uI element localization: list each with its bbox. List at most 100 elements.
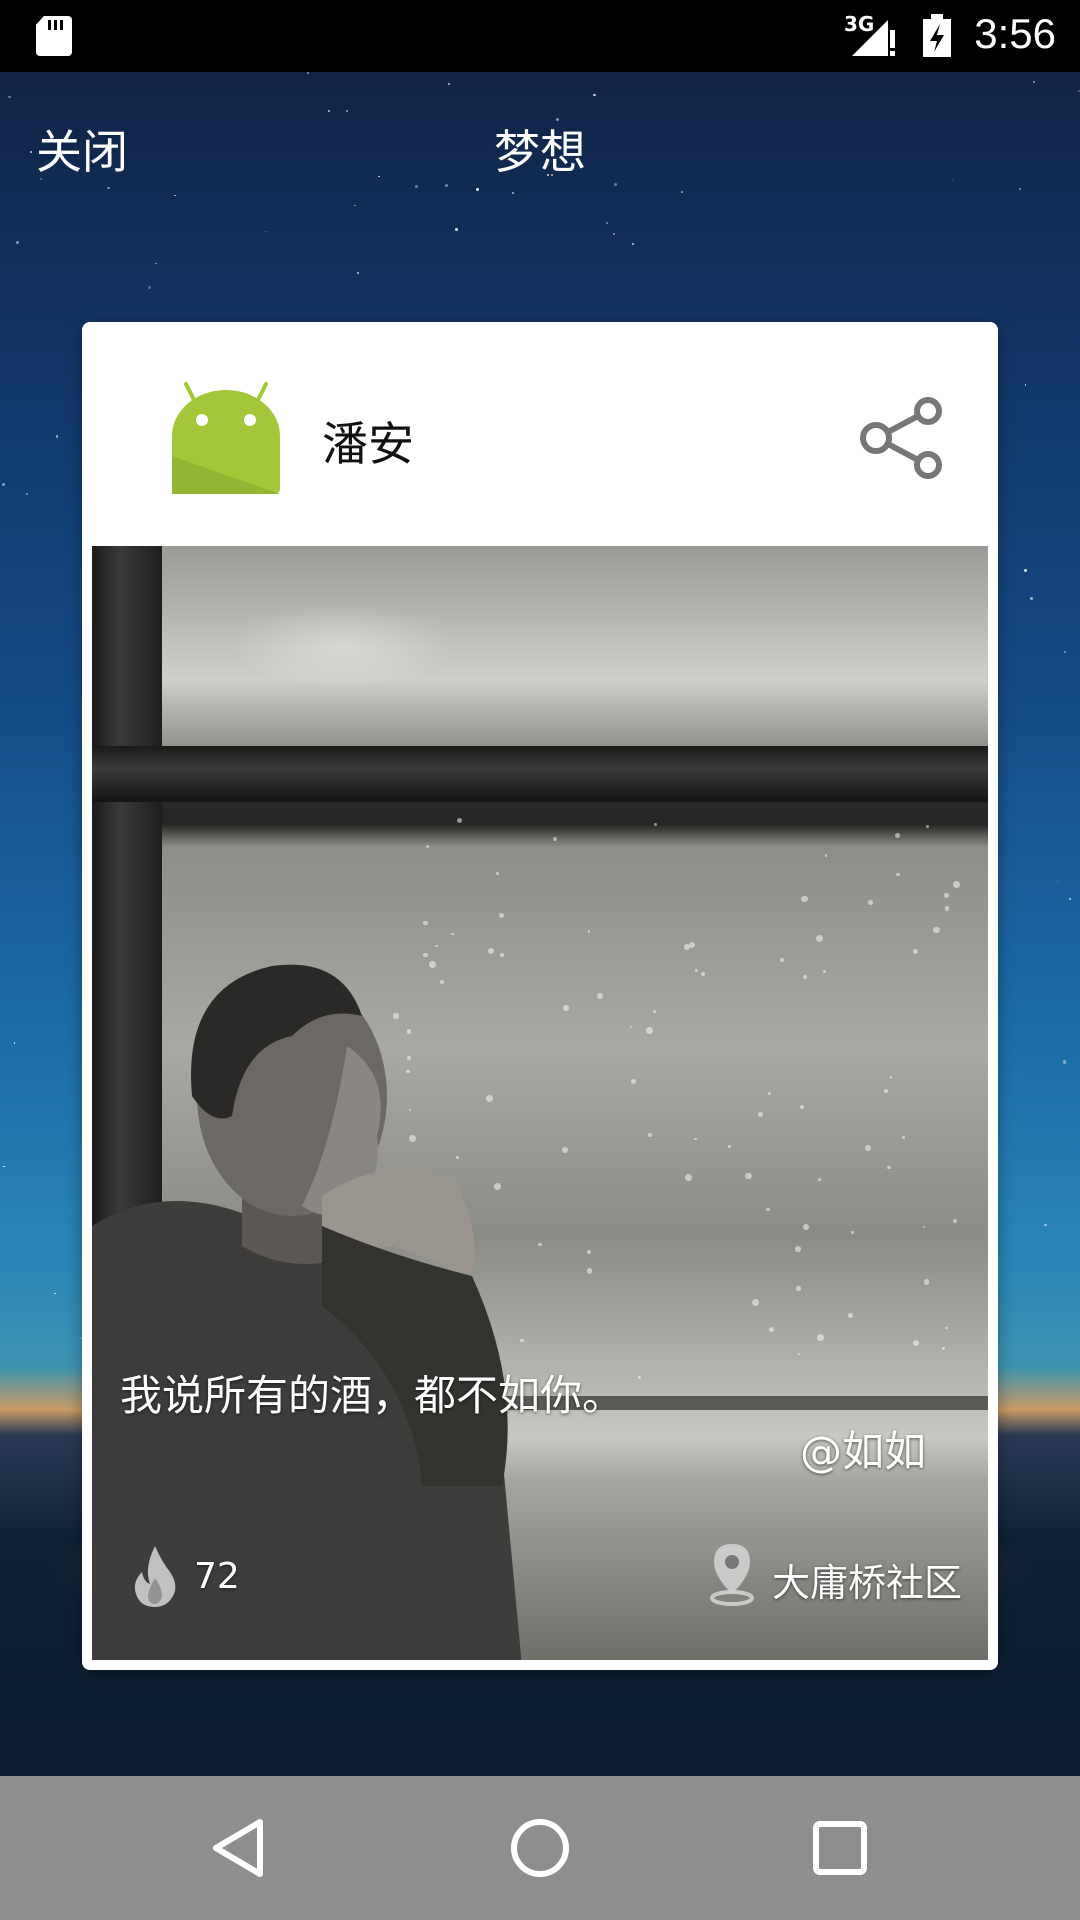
user-name[interactable]: 潘安 (322, 408, 414, 474)
sky-star (512, 192, 514, 194)
sky-star (445, 183, 449, 187)
photo-raindrop (752, 1299, 759, 1306)
signal-icon (852, 20, 895, 56)
photo-raindrop (803, 1224, 809, 1231)
photo-raindrop (495, 871, 499, 875)
sky-star (1018, 188, 1021, 191)
sky-star (1056, 881, 1058, 883)
photo-raindrop (889, 1076, 892, 1079)
photo-raindrop (457, 818, 463, 824)
sky-star (345, 109, 349, 113)
photo-raindrop (694, 969, 699, 973)
photo-raindrop (894, 832, 900, 838)
status-bar: 3G 3:56 (0, 0, 1080, 72)
photo-raindrop (769, 1326, 775, 1333)
status-clock: 3:56 (974, 10, 1056, 57)
post-author[interactable]: @如如 (800, 1418, 926, 1479)
sky-star (328, 110, 330, 112)
sky-star (414, 185, 418, 188)
sky-star (447, 82, 451, 86)
photo-raindrop (685, 1173, 693, 1181)
photo-raindrop (922, 1225, 925, 1229)
photo-raindrop (824, 853, 828, 857)
post-photo[interactable]: 我说所有的酒，都不如你。 @如如 72 大庸桥社区 (92, 546, 988, 1660)
recents-icon[interactable] (808, 1816, 872, 1880)
sky-star (26, 492, 29, 496)
photo-raindrop (688, 942, 695, 949)
location-label[interactable]: 大庸桥社区 (772, 1552, 962, 1607)
sky-star (13, 1042, 16, 1044)
photo-raindrop (745, 1173, 752, 1180)
photo-raindrop (797, 1352, 801, 1356)
photo-raindrop (944, 1326, 948, 1330)
sky-star (593, 93, 596, 96)
flame-icon[interactable] (132, 1544, 178, 1608)
photo-raindrop (653, 1010, 657, 1013)
photo-raindrop (933, 926, 940, 934)
sky-star (1063, 1060, 1067, 1064)
photo-raindrop (913, 1339, 920, 1346)
photo-raindrop (868, 900, 874, 905)
share-icon[interactable] (858, 396, 948, 480)
page-title: 梦想 (494, 125, 586, 179)
photo-raindrop (796, 1286, 801, 1291)
photo-raindrop (817, 1178, 821, 1181)
post-card: 潘安 我说所有的酒，都不如你。 @如如 72 大庸桥社区 (82, 322, 998, 1670)
photo-raindrop (923, 1279, 930, 1285)
photo-raindrop (865, 1145, 871, 1151)
sky-star (680, 190, 683, 193)
photo-raindrop (822, 969, 827, 973)
sky-star (1, 482, 6, 486)
sky-star (1024, 384, 1027, 386)
photo-raindrop (422, 920, 428, 926)
photo-raindrop (816, 934, 824, 942)
sky-star (56, 435, 59, 438)
photo-raindrop (887, 1165, 891, 1170)
photo-window-bar (92, 746, 988, 802)
android-avatar-icon[interactable] (170, 378, 282, 494)
sky-star (155, 263, 157, 265)
sky-star (147, 285, 151, 289)
sky-star (1069, 897, 1072, 901)
photo-raindrop (499, 913, 504, 919)
battery-charging-icon (923, 14, 951, 57)
photo-raindrop (953, 880, 961, 888)
photo-raindrop (912, 948, 918, 954)
home-icon[interactable] (508, 1816, 572, 1880)
sky-star (3, 1166, 5, 1168)
sky-star (54, 1292, 56, 1295)
sky-star (1064, 651, 1066, 653)
photo-raindrop (895, 872, 900, 877)
sky-star (15, 240, 19, 244)
photo-raindrop (795, 1246, 801, 1253)
photo-raindrop (944, 892, 950, 898)
photo-raindrop (728, 1145, 731, 1148)
photo-raindrop (803, 975, 808, 980)
post-quote: 我说所有的酒，都不如你。 (120, 1371, 625, 1420)
sky-star (612, 233, 615, 236)
photo-raindrop (425, 844, 429, 848)
location-pin-icon[interactable] (708, 1542, 756, 1606)
sky-star (306, 72, 309, 75)
photo-raindrop (901, 1135, 905, 1139)
photo-raindrop (767, 1091, 772, 1095)
sky-star (613, 182, 618, 186)
heat-count: 72 (194, 1556, 240, 1597)
photo-raindrop (800, 1105, 805, 1110)
photo-raindrop (801, 895, 808, 903)
sky-star (605, 222, 608, 225)
sky-star (1032, 81, 1035, 83)
back-icon[interactable] (208, 1816, 272, 1880)
sky-star (632, 243, 634, 246)
photo-raindrop (851, 1231, 854, 1234)
sky-star (264, 230, 266, 232)
sd-card-icon (36, 16, 72, 56)
navigation-bar (0, 1776, 1080, 1920)
photo-raindrop (884, 1089, 889, 1093)
photo-raindrop (757, 1111, 764, 1118)
photo-raindrop (944, 905, 950, 911)
photo-raindrop (694, 1138, 697, 1141)
sky-star (1030, 596, 1034, 600)
sky-star (356, 271, 360, 275)
sky-star (174, 195, 176, 197)
